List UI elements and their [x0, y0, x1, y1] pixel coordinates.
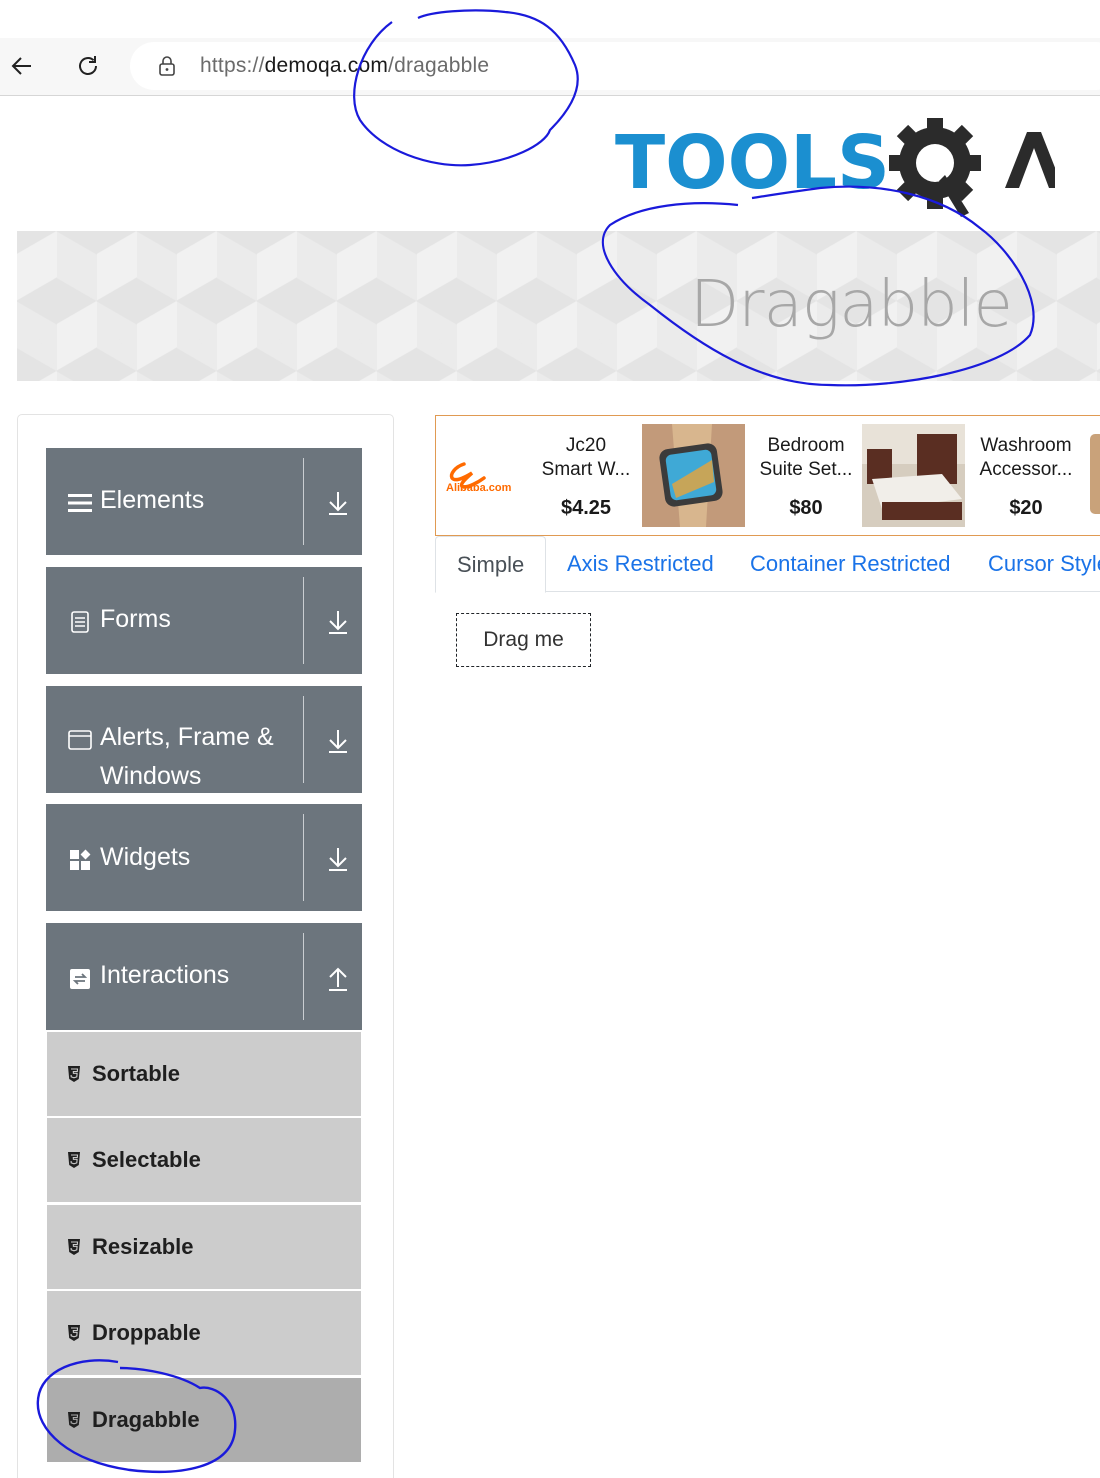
html5-icon	[68, 1152, 80, 1168]
sidebar-item-sortable[interactable]: Sortable	[47, 1031, 361, 1116]
html5-icon	[68, 1325, 80, 1341]
tab-axis-restricted[interactable]: Axis Restricted	[567, 536, 714, 592]
divider	[303, 458, 304, 545]
tab-container-restricted[interactable]: Container Restricted	[750, 536, 951, 592]
product-name-line2: Smart W...	[541, 459, 631, 480]
sidebar-item-dragabble[interactable]: Dragabble	[47, 1377, 361, 1462]
ad-banner[interactable]: Alibaba.com Jc20 Smart W... $4.25 Bedroo…	[435, 415, 1100, 536]
smartwatch-image[interactable]	[642, 424, 745, 527]
sidebar-group-elements[interactable]: Elements	[46, 448, 362, 555]
sidebar-group-label: Widgets	[100, 843, 191, 871]
ad-product-2[interactable]: Bedroom Suite Set... $80	[756, 434, 856, 520]
url-scheme: https://	[200, 54, 265, 77]
arrow-down-icon[interactable]	[326, 728, 350, 754]
sidebar-item-label: Selectable	[92, 1147, 201, 1172]
logo-letter-a	[1005, 132, 1055, 188]
sidebar-group-interactions[interactable]: Interactions	[46, 923, 362, 1030]
ad-product-3[interactable]: Washroom Accessor... $20	[976, 434, 1076, 520]
arrow-down-icon[interactable]	[326, 609, 350, 635]
list-icon	[68, 491, 92, 515]
drag-me-box[interactable]: Drag me	[456, 613, 591, 667]
arrow-down-icon[interactable]	[326, 490, 350, 516]
washroom-accessory-image[interactable]	[1082, 424, 1100, 527]
product-name-line1: Bedroom	[767, 435, 845, 456]
url-host: demoqa.com	[264, 54, 389, 77]
form-icon	[68, 610, 92, 634]
address-bar[interactable]: https://demoqa.com/dragabble	[130, 42, 1100, 90]
product-name-line2: Suite Set...	[759, 459, 853, 480]
sidebar-item-resizable[interactable]: Resizable	[47, 1204, 361, 1289]
sidebar-group-label: Interactions	[100, 961, 230, 989]
browser-toolbar: https://demoqa.com/dragabble	[0, 38, 1100, 96]
divider	[303, 577, 304, 664]
product-price: $20	[1009, 497, 1043, 519]
alibaba-logo-icon	[449, 462, 486, 489]
sidebar-group-forms[interactable]: Forms	[46, 567, 362, 674]
product-name-line2: Accessor...	[979, 459, 1073, 480]
sidebar-item-label: Droppable	[92, 1320, 201, 1345]
html5-icon	[68, 1239, 80, 1255]
arrow-up-icon[interactable]	[326, 965, 350, 991]
product-name-line1: Washroom	[980, 435, 1072, 456]
arrow-down-icon[interactable]	[326, 846, 350, 872]
product-price: $80	[789, 497, 823, 519]
sidebar-group-label: Forms	[100, 605, 171, 633]
product-name-line1: Jc20	[565, 435, 607, 456]
tab-bar: Simple Axis Restricted Container Restric…	[435, 536, 1100, 593]
ad-product-1[interactable]: Jc20 Smart W... $4.25	[536, 434, 636, 520]
url-path: /dragabble	[388, 54, 490, 77]
sidebar-item-label: Resizable	[92, 1234, 194, 1259]
sidebar-item-label: Sortable	[92, 1061, 181, 1086]
bedroom-set-image[interactable]	[862, 424, 965, 527]
lock-icon	[159, 56, 175, 76]
product-price: $4.25	[560, 497, 612, 519]
reload-icon	[79, 56, 97, 75]
divider	[303, 696, 304, 783]
tab-cursor-style[interactable]: Cursor Style	[988, 536, 1100, 592]
interactions-icon	[68, 967, 92, 991]
tab-simple[interactable]: Simple	[435, 536, 547, 593]
html5-icon	[68, 1066, 80, 1082]
divider	[303, 814, 304, 901]
page: https://demoqa.com/dragabble TOOLS Draga…	[0, 0, 1100, 1478]
widgets-icon	[68, 848, 92, 872]
sidebar-item-selectable[interactable]: Selectable	[47, 1117, 361, 1202]
html5-icon	[68, 1412, 80, 1428]
url-text: https://demoqa.com/dragabble	[200, 54, 489, 78]
sidebar-group-alerts-frame-windows[interactable]: Alerts, Frame & Windows	[46, 686, 362, 793]
arrow-left-icon	[11, 57, 31, 75]
window-icon	[68, 728, 92, 752]
page-title: Dragabble	[690, 268, 1013, 342]
sidebar-group-widgets[interactable]: Widgets	[46, 804, 362, 911]
logo-text: TOOLS	[615, 120, 890, 206]
divider	[303, 933, 304, 1020]
reload-button[interactable]	[66, 44, 110, 88]
sidebar-item-droppable[interactable]: Droppable	[47, 1290, 361, 1375]
ad-brand: Alibaba.com	[446, 482, 512, 494]
gear-icon	[889, 118, 981, 217]
sidebar-group-label: Alerts, Frame & Windows	[100, 723, 274, 790]
back-button[interactable]	[0, 44, 44, 88]
sidebar-item-label: Dragabble	[92, 1407, 200, 1432]
toolsqa-logo[interactable]: TOOLS	[615, 118, 1055, 218]
sidebar-group-label: Elements	[100, 486, 205, 514]
